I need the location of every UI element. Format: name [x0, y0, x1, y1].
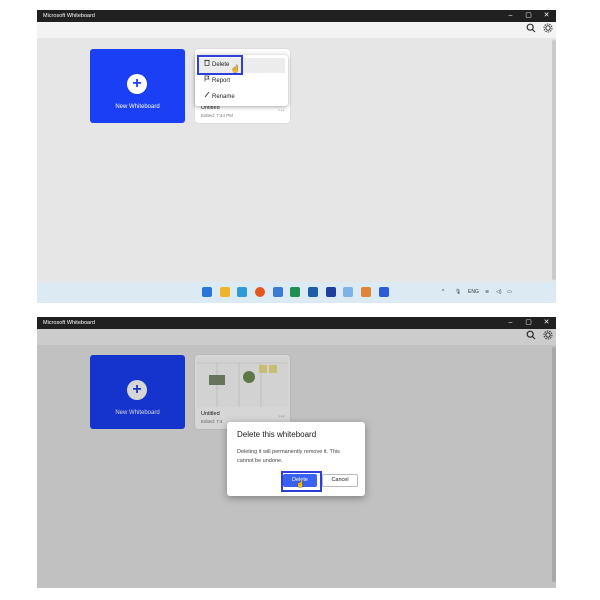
- window-title: Microsoft Whiteboard: [43, 320, 95, 326]
- maximize-button[interactable]: ▢: [520, 10, 537, 22]
- cursor-icon: ☝: [296, 481, 305, 488]
- cancel-button[interactable]: Cancel: [322, 474, 358, 487]
- copilot-icon[interactable]: [343, 287, 353, 297]
- screenshot-delete-dialog: Microsoft Whiteboard – ▢ ✕ + New Whitebo…: [37, 317, 556, 588]
- pencil-icon: [201, 90, 212, 105]
- window-title: Microsoft Whiteboard: [43, 13, 95, 19]
- language-indicator[interactable]: ENG: [468, 289, 479, 296]
- whiteboard-edited: Edited: 7:44 PM: [201, 113, 234, 118]
- notes-icon[interactable]: [273, 287, 283, 297]
- maximize-button[interactable]: ▢: [520, 317, 537, 329]
- new-whiteboard-tile[interactable]: + New Whiteboard: [90, 49, 185, 123]
- flag-icon: [201, 74, 212, 89]
- search-icon[interactable]: [526, 23, 536, 33]
- close-button[interactable]: ✕: [538, 317, 555, 329]
- file-explorer-icon[interactable]: [220, 287, 230, 297]
- minimize-button[interactable]: –: [502, 317, 519, 329]
- photos-icon[interactable]: [237, 287, 247, 297]
- gear-icon[interactable]: [543, 23, 553, 33]
- minimize-button[interactable]: –: [502, 10, 519, 22]
- dialog-message: Deleting it will permanently remove it. …: [237, 449, 340, 464]
- firefox-icon[interactable]: [255, 287, 265, 297]
- taskbar: ^ 🎙 ENG ≋ ◁) ▭: [37, 282, 556, 303]
- screenshot-context-menu: Microsoft Whiteboard – ▢ ✕ + New Whitebo…: [37, 10, 556, 303]
- whiteboard-icon[interactable]: [379, 287, 389, 297]
- battery-icon[interactable]: ▭: [507, 289, 512, 296]
- dialog-title: Delete this whiteboard: [237, 430, 317, 439]
- store-icon[interactable]: [308, 287, 318, 297]
- menu-item-rename[interactable]: Rename: [197, 90, 285, 105]
- lens-icon[interactable]: [326, 287, 336, 297]
- volume-icon[interactable]: ◁): [496, 289, 502, 296]
- microphone-icon[interactable]: 🎙: [455, 289, 461, 296]
- paint-icon[interactable]: [361, 287, 371, 297]
- title-bar: Microsoft Whiteboard – ▢ ✕: [37, 317, 556, 329]
- spreadsheet-icon[interactable]: [290, 287, 300, 297]
- title-bar: Microsoft Whiteboard – ▢ ✕: [37, 10, 556, 22]
- menu-item-label: Rename: [212, 94, 235, 100]
- close-button[interactable]: ✕: [538, 10, 555, 22]
- toolbar: [37, 22, 556, 38]
- cursor-icon: ☝: [231, 66, 240, 73]
- plus-icon: +: [127, 74, 147, 94]
- menu-item-label: Report: [212, 78, 231, 84]
- new-whiteboard-label: New Whiteboard: [115, 104, 160, 110]
- scrollbar[interactable]: [552, 40, 556, 280]
- more-options-button[interactable]: ···: [278, 107, 285, 114]
- menu-item-report[interactable]: Report: [197, 74, 285, 89]
- start-icon[interactable]: [202, 287, 212, 297]
- wifi-icon[interactable]: ≋: [485, 289, 489, 296]
- tray-caret[interactable]: ^: [442, 289, 444, 296]
